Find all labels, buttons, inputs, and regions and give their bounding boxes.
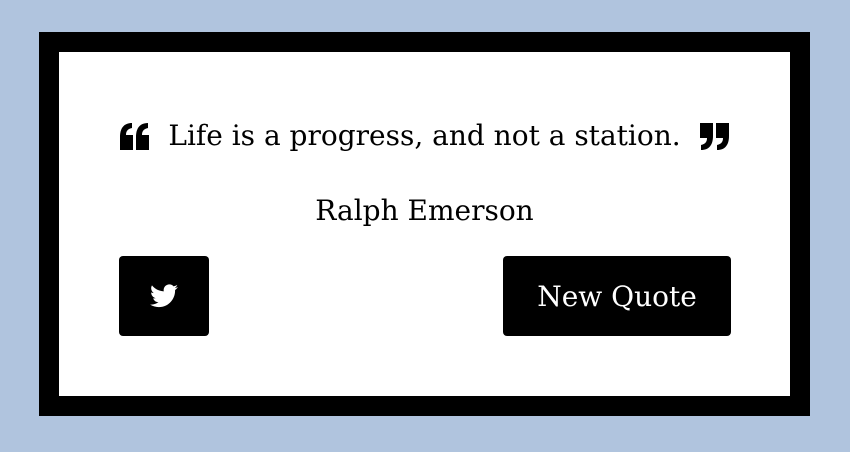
- quote-right-icon: [699, 122, 729, 150]
- twitter-icon: [150, 284, 178, 308]
- tweet-quote-button[interactable]: [119, 256, 209, 336]
- quote-row: Life is a progress, and not a station.: [59, 122, 790, 150]
- quote-card: Life is a progress, and not a station. R…: [39, 32, 810, 416]
- quote-text: Life is a progress, and not a station.: [168, 119, 681, 152]
- new-quote-button[interactable]: New Quote: [503, 256, 731, 336]
- quote-author: Ralph Emerson: [315, 194, 534, 227]
- quote-left-icon: [120, 122, 150, 150]
